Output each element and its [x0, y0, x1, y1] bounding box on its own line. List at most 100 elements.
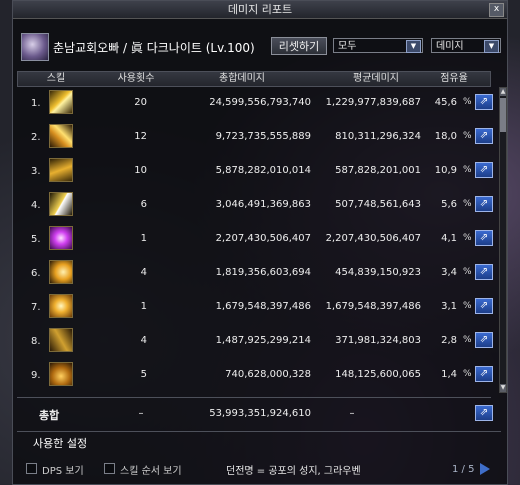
column-avg-damage[interactable]: 평균데미지 — [336, 72, 416, 86]
uses-count: 12 — [134, 131, 147, 142]
skill-icon — [49, 192, 73, 216]
chevron-down-icon[interactable]: ▼ — [484, 40, 499, 53]
share-value: 3,1 — [441, 301, 457, 312]
percent-symbol: % — [463, 267, 472, 277]
total-row: 총합 – 53,993,351,924,610 – ⇗ — [17, 397, 493, 428]
percent-symbol: % — [463, 233, 472, 243]
table-row[interactable]: 2. 12 9,723,735,555,889 810,311,296,324 18,0… — [17, 121, 493, 152]
share-value: 2,8 — [441, 335, 457, 346]
table-row[interactable]: 9. 5 740,628,000,328 148,125,600,065 1,4% ⇗ — [17, 359, 493, 390]
total-damage-value: 1,487,925,299,214 — [215, 335, 311, 346]
table-row[interactable]: 8. 4 1,487,925,299,214 371,981,324,803 2,8% ⇗ — [17, 325, 493, 356]
dps-checkbox[interactable] — [26, 463, 37, 474]
rank-number: 3. — [31, 166, 41, 177]
share-value: 18,0 — [434, 131, 457, 142]
scroll-thumb[interactable] — [500, 98, 506, 132]
filter-select-value: 모두 — [338, 41, 357, 52]
skill-icon — [49, 90, 73, 114]
uses-count: 5 — [140, 369, 147, 380]
tab-strip: 사용한 설정 — [17, 431, 501, 454]
total-damage-value: 9,723,735,555,889 — [215, 131, 311, 142]
scrollbar[interactable]: ▲ ▼ — [499, 87, 507, 393]
table-row[interactable]: 6. 4 1,819,356,603,694 454,839,150,923 3,4% ⇗ — [17, 257, 493, 288]
rank-number: 8. — [31, 336, 41, 347]
percent-symbol: % — [463, 97, 472, 107]
share-value: 1,4 — [441, 369, 457, 380]
share-icon[interactable]: ⇗ — [475, 196, 493, 212]
footer-bar: DPS 보기 스킬 순서 보기 던전명 = 공포의 성지, 그라우벤 1 / 5 — [0, 457, 520, 485]
share-icon[interactable]: ⇗ — [475, 264, 493, 280]
rank-number: 6. — [31, 268, 41, 279]
avg-damage-value: 810,311,296,324 — [335, 131, 421, 142]
share-value: 10,9 — [434, 165, 457, 176]
skill-icon — [49, 124, 73, 148]
table-row[interactable]: 5. 1 2,207,430,506,407 2,207,430,506,407 4,1… — [17, 223, 493, 254]
uses-count: 1 — [140, 233, 147, 244]
share-value: 4,1 — [441, 233, 457, 244]
share-icon[interactable]: ⇗ — [475, 94, 493, 110]
skill-icon — [49, 328, 73, 352]
table-header: 스킬 사용횟수 총합데미지 평균데미지 점유율 — [17, 71, 491, 87]
share-icon[interactable]: ⇗ — [475, 405, 493, 421]
chevron-down-icon[interactable]: ▼ — [406, 40, 421, 53]
share-icon[interactable]: ⇗ — [475, 230, 493, 246]
share-icon[interactable]: ⇗ — [475, 162, 493, 178]
rank-number: 2. — [31, 132, 41, 143]
avg-damage-value: 2,207,430,506,407 — [325, 233, 421, 244]
metric-select-value: 데미지 — [436, 41, 464, 52]
scroll-up-icon[interactable]: ▲ — [500, 88, 506, 96]
uses-count: 1 — [140, 301, 147, 312]
skill-icon — [49, 226, 73, 250]
avg-damage-value: 454,839,150,923 — [335, 267, 421, 278]
total-damage-value: 740,628,000,328 — [225, 369, 311, 380]
column-uses[interactable]: 사용횟수 — [106, 72, 166, 86]
avg-damage-value: 1,229,977,839,687 — [325, 97, 421, 108]
total-uses: – — [138, 408, 144, 419]
share-icon[interactable]: ⇗ — [475, 298, 493, 314]
column-skill[interactable]: 스킬 — [36, 72, 76, 86]
damage-report-window: 데미지 리포트 x 춘남교회오빠 / 眞 다크나이트 (Lv.100) 리셋하기… — [12, 0, 508, 485]
column-share[interactable]: 점유율 — [432, 72, 476, 86]
avg-damage-value: 371,981,324,803 — [335, 335, 421, 346]
avg-damage-value: 1,679,548,397,486 — [325, 301, 421, 312]
window-titlebar[interactable]: 데미지 리포트 x — [13, 1, 507, 19]
percent-symbol: % — [463, 369, 472, 379]
rank-number: 9. — [31, 370, 41, 381]
tab-used-settings[interactable]: 사용한 설정 — [33, 435, 87, 451]
percent-symbol: % — [463, 165, 472, 175]
total-damage-value: 1,819,356,603,694 — [215, 267, 311, 278]
share-value: 5,6 — [441, 199, 457, 210]
dps-checkbox-label: DPS 보기 — [42, 466, 84, 477]
percent-symbol: % — [463, 131, 472, 141]
character-name: 춘남교회오빠 / 眞 다크나이트 (Lv.100) — [53, 41, 255, 55]
total-damage-value: 24,599,556,793,740 — [209, 97, 311, 108]
share-icon[interactable]: ⇗ — [475, 128, 493, 144]
table-row[interactable]: 3. 10 5,878,282,010,014 587,828,201,001 10,9… — [17, 155, 493, 186]
percent-symbol: % — [463, 301, 472, 311]
close-button[interactable]: x — [489, 3, 504, 17]
table-row[interactable]: 1. 20 24,599,556,793,740 1,229,977,839,687 4… — [17, 87, 493, 118]
percent-symbol: % — [463, 335, 472, 345]
skill-order-checkbox-label: 스킬 순서 보기 — [120, 466, 182, 477]
share-value: 3,4 — [441, 267, 457, 278]
character-portrait-icon — [21, 33, 49, 61]
total-label: 총합 — [39, 409, 60, 422]
dungeon-name: 던전명 = 공포의 성지, 그라우벤 — [226, 466, 361, 477]
character-header: 춘남교회오빠 / 眞 다크나이트 (Lv.100) 리셋하기 모두 ▼ 데미지 … — [19, 33, 503, 61]
table-row[interactable]: 4. 6 3,046,491,369,863 507,748,561,643 5,6% ⇗ — [17, 189, 493, 220]
column-total-damage[interactable]: 총합데미지 — [202, 72, 282, 86]
total-damage-value: 5,878,282,010,014 — [215, 165, 311, 176]
rank-number: 7. — [31, 302, 41, 313]
table-row[interactable]: 7. 1 1,679,548,397,486 1,679,548,397,486 3,1… — [17, 291, 493, 322]
scroll-down-icon[interactable]: ▼ — [500, 384, 506, 392]
total-damage-value: 1,679,548,397,486 — [215, 301, 311, 312]
reset-button[interactable]: 리셋하기 — [271, 37, 327, 55]
skill-order-checkbox[interactable] — [104, 463, 115, 474]
next-page-icon[interactable] — [480, 463, 490, 475]
share-icon[interactable]: ⇗ — [475, 366, 493, 382]
metric-select[interactable]: 데미지 ▼ — [431, 38, 501, 53]
total-damage: 53,993,351,924,610 — [209, 408, 311, 419]
filter-select[interactable]: 모두 ▼ — [333, 38, 423, 53]
uses-count: 6 — [140, 199, 147, 210]
share-icon[interactable]: ⇗ — [475, 332, 493, 348]
